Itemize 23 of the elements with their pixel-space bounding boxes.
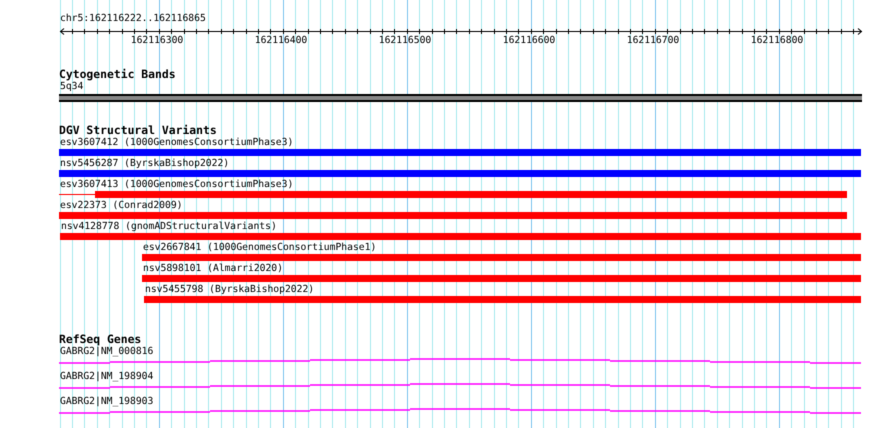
tick-label: 162116500 — [378, 36, 432, 46]
variant-label: esv3607412 (1000GenomesConsortiumPhase3) — [60, 137, 294, 148]
tick-label: 162116300 — [130, 36, 184, 46]
variant-label: esv22373 (Conrad2009) — [60, 200, 182, 211]
tick-label: 162116400 — [254, 36, 308, 46]
tick-label: 162116800 — [750, 36, 804, 46]
coordinate-range: chr5:162116222..162116865 — [60, 14, 206, 24]
tick-label: 162116700 — [626, 36, 680, 46]
variant-label: nsv5455798 (ByrskaBishop2022) — [145, 284, 314, 295]
band-label: 5q34 — [60, 81, 84, 92]
variant-label: esv3607413 (1000GenomesConsortiumPhase3) — [60, 179, 294, 190]
variant-label: nsv5898101 (Almarri2020) — [143, 263, 283, 274]
variant-thin-line — [59, 194, 95, 195]
variant-label: nsv5456287 (ByrskaBishop2022) — [60, 158, 230, 169]
gene-label: GABRG2|NM_198903 — [60, 396, 154, 407]
gene-label: GABRG2|NM_000816 — [60, 346, 154, 357]
gene-label: GABRG2|NM_198904 — [60, 371, 154, 382]
variant-label: esv2667841 (1000GenomesConsortiumPhase1) — [143, 242, 376, 253]
tick-label: 162116600 — [502, 36, 556, 46]
variant-label: nsv4128778 (gnomADStructuralVariants) — [61, 221, 277, 232]
track-title: RefSeq Genes — [59, 333, 142, 346]
track-title: Cytogenetic Bands — [59, 68, 176, 81]
track-title: DGV Structural Variants — [59, 124, 217, 137]
